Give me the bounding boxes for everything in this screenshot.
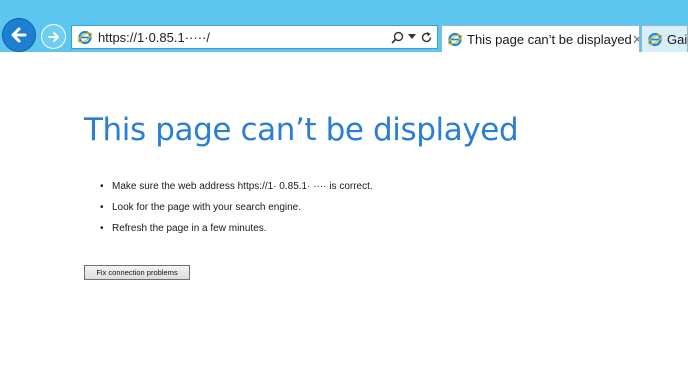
search-icon[interactable] (391, 31, 404, 44)
dropdown-arrow-icon[interactable] (408, 34, 416, 40)
fix-connection-button[interactable]: Fix connection problems (84, 265, 190, 280)
forward-button[interactable] (41, 24, 66, 49)
address-bar[interactable]: https://1·0.85.1·····/ (71, 25, 438, 49)
page-content: This page can’t be displayed Make sure t… (0, 52, 688, 371)
page-title: This page can’t be displayed (84, 112, 519, 148)
list-item: Look for the page with your search engin… (100, 201, 373, 222)
ie-tab-icon (447, 32, 463, 47)
list-item: Make sure the web address https://1· 0.8… (100, 180, 373, 201)
tab-active[interactable]: This page can’t be displayed ✕ (441, 25, 640, 52)
back-button[interactable] (2, 18, 36, 52)
list-item: Refresh the page in a few minutes. (100, 222, 373, 243)
tab-label: This page can’t be displayed (467, 31, 632, 47)
ie-logo-icon (77, 30, 93, 45)
back-arrow-icon (11, 27, 27, 43)
refresh-icon[interactable] (420, 31, 433, 44)
browser-toolbar: https://1·0.85.1·····/ This page can’t b… (0, 0, 688, 52)
ie-tab-icon (647, 32, 663, 47)
url-text[interactable]: https://1·0.85.1·····/ (98, 30, 391, 45)
forward-arrow-icon (47, 31, 59, 42)
close-icon[interactable]: ✕ (632, 33, 639, 46)
suggestion-list: Make sure the web address https://1· 0.8… (100, 180, 373, 243)
tab-gaia[interactable]: Gaia (641, 25, 688, 52)
tab-label: Gaia (667, 31, 688, 47)
